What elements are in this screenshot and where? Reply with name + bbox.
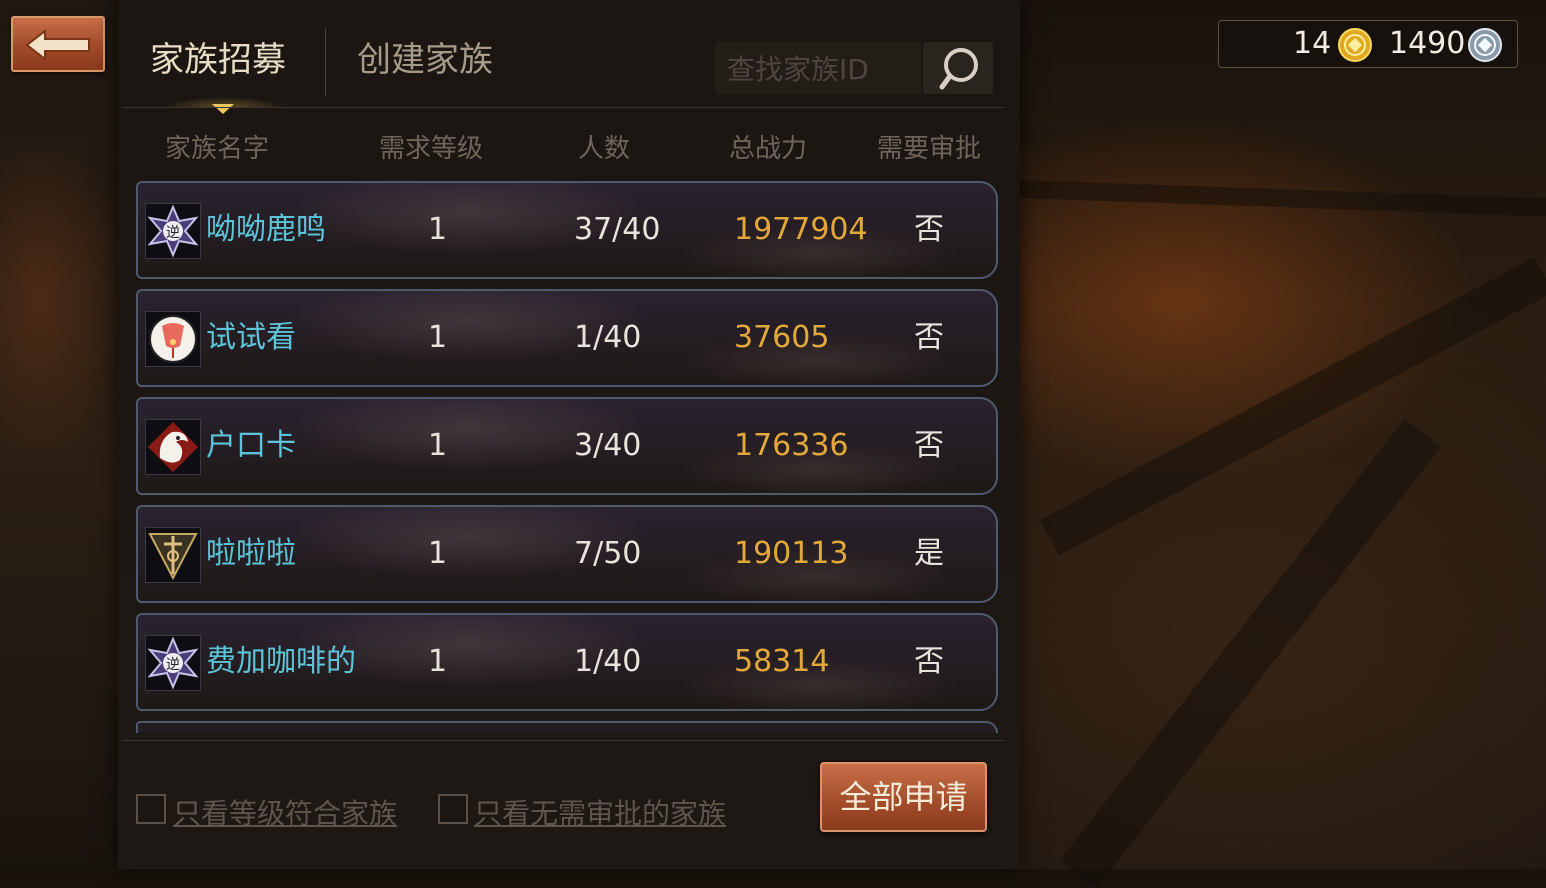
member-count: 1/40 bbox=[574, 644, 642, 679]
total-power: 190113 bbox=[734, 536, 849, 571]
level-filter-label[interactable]: 只看等级符合家族 bbox=[173, 792, 397, 832]
background-beam bbox=[1019, 180, 1546, 217]
column-header-approval: 需要审批 bbox=[877, 134, 982, 164]
dragon-emblem-icon bbox=[145, 419, 201, 475]
lantern-emblem-icon bbox=[145, 311, 201, 367]
member-count: 7/50 bbox=[574, 536, 642, 571]
gold-coin-icon bbox=[1338, 28, 1372, 62]
family-row[interactable]: 逆 呦呦鹿鸣 1 37/40 1977904 否 bbox=[136, 181, 998, 279]
column-header-level: 需求等级 bbox=[379, 134, 484, 164]
approval-required: 否 bbox=[914, 428, 944, 463]
total-power: 176336 bbox=[734, 428, 849, 463]
family-name: 费加咖啡的 bbox=[206, 644, 356, 679]
member-count: 37/40 bbox=[574, 212, 661, 247]
level-filter-checkbox[interactable] bbox=[136, 794, 166, 824]
back-arrow-icon bbox=[25, 28, 90, 62]
column-header-power: 总战力 bbox=[729, 134, 808, 164]
back-button[interactable] bbox=[11, 16, 105, 72]
search-button[interactable] bbox=[923, 42, 993, 94]
family-name: 啦啦啦 bbox=[206, 536, 296, 571]
footer-divider bbox=[122, 740, 1004, 741]
family-row[interactable]: 试试看 1 1/40 37605 否 bbox=[136, 289, 998, 387]
approval-required: 是 bbox=[914, 536, 944, 571]
member-count: 3/40 bbox=[574, 428, 642, 463]
total-power: 37605 bbox=[734, 320, 830, 355]
approval-required: 否 bbox=[914, 644, 944, 679]
required-level: 1 bbox=[428, 212, 448, 247]
approval-required: 否 bbox=[914, 320, 944, 355]
background-left bbox=[0, 0, 118, 869]
apply-all-button[interactable]: 全部申请 bbox=[820, 762, 987, 832]
gold-amount: 14 bbox=[1293, 26, 1332, 61]
column-header-members: 人数 bbox=[578, 134, 631, 164]
search-input[interactable] bbox=[725, 48, 919, 90]
active-tab-indicator bbox=[212, 104, 234, 114]
svg-text:逆: 逆 bbox=[166, 657, 180, 673]
family-row[interactable]: 逆 费加咖啡的 1 1/40 58314 否 bbox=[136, 613, 998, 711]
tab-create-family[interactable]: 创建家族 bbox=[357, 30, 493, 90]
total-power: 1977904 bbox=[734, 212, 868, 247]
star-emblem-icon: 逆 bbox=[145, 203, 201, 259]
member-count: 1/40 bbox=[574, 320, 642, 355]
no-approval-filter-label[interactable]: 只看无需审批的家族 bbox=[474, 792, 726, 832]
required-level: 1 bbox=[428, 428, 448, 463]
search-box bbox=[715, 42, 921, 94]
family-row-partial[interactable] bbox=[136, 721, 998, 733]
column-header-name: 家族名字 bbox=[165, 134, 270, 164]
silver-coin-icon bbox=[1468, 28, 1502, 62]
search-icon bbox=[939, 48, 978, 90]
tab-family-recruit[interactable]: 家族招募 bbox=[150, 30, 286, 90]
family-row[interactable]: 户口卡 1 3/40 176336 否 bbox=[136, 397, 998, 495]
approval-required: 否 bbox=[914, 212, 944, 247]
family-name: 户口卡 bbox=[206, 428, 296, 463]
family-name: 呦呦鹿鸣 bbox=[206, 212, 326, 247]
required-level: 1 bbox=[428, 644, 448, 679]
required-level: 1 bbox=[428, 536, 448, 571]
star-emblem-icon: 逆 bbox=[145, 635, 201, 691]
family-name: 试试看 bbox=[206, 320, 296, 355]
currency-bar: 14 1490 bbox=[1218, 20, 1518, 68]
silver-amount: 1490 bbox=[1389, 26, 1466, 61]
family-row[interactable]: 啦啦啦 1 7/50 190113 是 bbox=[136, 505, 998, 603]
svg-text:逆: 逆 bbox=[166, 225, 180, 241]
sword-emblem-icon bbox=[145, 527, 201, 583]
tab-divider bbox=[325, 28, 326, 96]
required-level: 1 bbox=[428, 320, 448, 355]
total-power: 58314 bbox=[734, 644, 830, 679]
background-beam bbox=[1040, 257, 1546, 556]
header-divider bbox=[122, 107, 1004, 108]
no-approval-filter-checkbox[interactable] bbox=[438, 794, 468, 824]
